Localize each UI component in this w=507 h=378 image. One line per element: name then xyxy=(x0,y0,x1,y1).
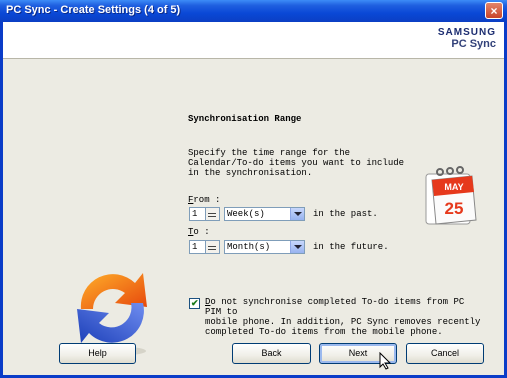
to-label: To : xyxy=(188,227,210,237)
calendar-month: MAY xyxy=(444,182,463,192)
from-number-value[interactable]: 1 xyxy=(192,209,197,219)
dropdown-arrow-icon[interactable] xyxy=(290,241,304,253)
brand-samsung: SAMSUNG xyxy=(437,27,496,38)
window-title: PC Sync - Create Settings (4 of 5) xyxy=(6,4,181,16)
header-banner: SAMSUNG PC Sync xyxy=(3,22,504,59)
to-number-value[interactable]: 1 xyxy=(192,242,197,252)
close-button[interactable]: × xyxy=(485,2,503,19)
spin-icon[interactable] xyxy=(205,241,219,253)
to-number-spinner[interactable]: 1 xyxy=(189,240,220,254)
dialog-window: PC Sync - Create Settings (4 of 5) × SAM… xyxy=(0,0,507,378)
brand-pcsync: PC Sync xyxy=(451,38,496,50)
from-label: From : xyxy=(188,195,221,205)
cancel-button[interactable]: Cancel xyxy=(406,343,484,364)
spin-icon[interactable] xyxy=(205,208,219,220)
dialog-body: SAMSUNG PC Sync Synchronisation Range Sp… xyxy=(3,22,504,375)
from-suffix: in the past. xyxy=(313,209,378,219)
title-bar[interactable]: PC Sync - Create Settings (4 of 5) × xyxy=(0,0,507,22)
from-unit-select[interactable]: Week(s) xyxy=(224,207,305,221)
to-unit-select[interactable]: Month(s) xyxy=(224,240,305,254)
mouse-cursor-icon xyxy=(379,352,392,370)
back-button[interactable]: Back xyxy=(232,343,311,364)
calendar-icon: MAY 25 xyxy=(425,166,477,225)
from-number-spinner[interactable]: 1 xyxy=(189,207,220,221)
brand-logo: SAMSUNG PC Sync xyxy=(438,27,496,50)
check-mark-icon: ✔ xyxy=(191,298,199,308)
close-icon: × xyxy=(490,4,498,18)
help-button[interactable]: Help xyxy=(59,343,136,364)
skip-completed-todo-checkbox[interactable]: ✔ xyxy=(189,298,200,309)
skip-completed-todo-label[interactable]: Do not synchronise completed To-do items… xyxy=(205,297,485,337)
section-heading: Synchronisation Range xyxy=(188,114,302,124)
calendar-day: 25 xyxy=(445,199,464,218)
from-unit-value: Week(s) xyxy=(227,209,265,219)
dropdown-arrow-icon[interactable] xyxy=(290,208,304,220)
to-unit-value: Month(s) xyxy=(227,242,271,252)
to-suffix: in the future. xyxy=(313,242,389,252)
